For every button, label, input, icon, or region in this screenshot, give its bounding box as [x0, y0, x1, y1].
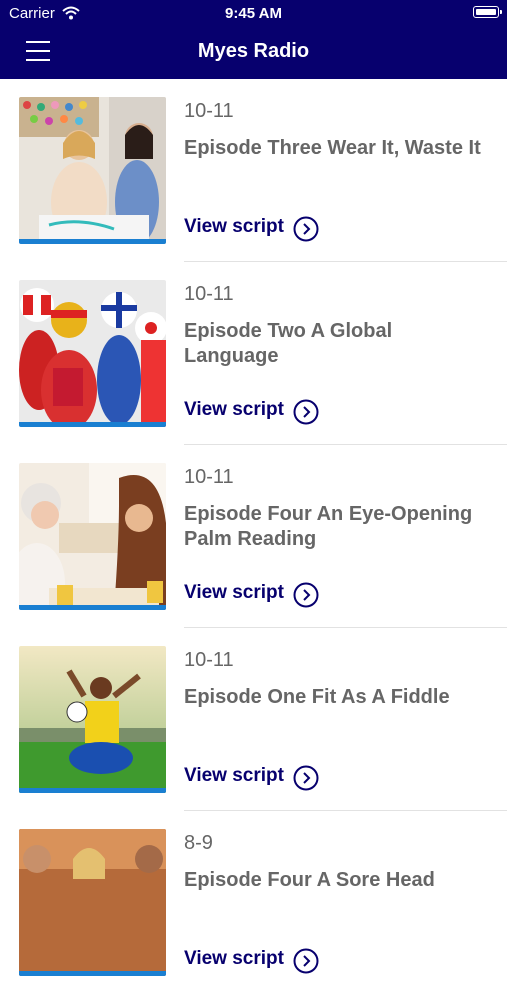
episode-date: 10-11: [184, 649, 234, 671]
navigation-bar: Carrier 9:45 AM Myes Radio: [0, 0, 507, 79]
list-item[interactable]: 10-11 Episode Two A Global Language View…: [0, 262, 507, 445]
chevron-right-circle-icon[interactable]: [293, 582, 319, 608]
episode-thumbnail[interactable]: [19, 463, 166, 610]
view-script-link[interactable]: View script: [184, 216, 284, 238]
view-script-link[interactable]: View script: [184, 765, 284, 787]
episode-title: Episode One Fit As A Fiddle: [184, 686, 450, 708]
list-item[interactable]: 10-11 Episode Four An Eye-Opening Palm R…: [0, 445, 507, 628]
status-time: 9:45 AM: [225, 5, 282, 22]
episode-list: 10-11 Episode Three Wear It, Waste It Vi…: [0, 79, 507, 994]
episode-date: 10-11: [184, 100, 234, 122]
view-script-link[interactable]: View script: [184, 948, 284, 970]
battery-icon: [473, 6, 502, 18]
view-script-link[interactable]: View script: [184, 582, 284, 604]
episode-thumbnail[interactable]: [19, 280, 166, 427]
episode-title: Episode Four A Sore Head: [184, 869, 435, 891]
episode-title: Episode Three Wear It, Waste It: [184, 137, 481, 159]
episode-title: Episode Two A Global Language: [184, 320, 393, 367]
view-script-link[interactable]: View script: [184, 399, 284, 421]
chevron-right-circle-icon[interactable]: [293, 948, 319, 974]
list-item[interactable]: 8-9 Episode Four A Sore Head View script: [0, 811, 507, 994]
chevron-right-circle-icon[interactable]: [293, 216, 319, 242]
episode-date: 8-9: [184, 832, 213, 854]
chevron-right-circle-icon[interactable]: [293, 765, 319, 791]
episode-date: 10-11: [184, 283, 234, 305]
episode-thumbnail[interactable]: [19, 829, 166, 976]
episode-title: Episode Four An Eye-Opening Palm Reading: [184, 503, 473, 550]
list-item[interactable]: 10-11 Episode One Fit As A Fiddle View s…: [0, 628, 507, 811]
page-title: Myes Radio: [197, 40, 310, 62]
episode-thumbnail[interactable]: [19, 646, 166, 793]
episode-thumbnail[interactable]: [19, 97, 166, 244]
chevron-right-circle-icon[interactable]: [293, 399, 319, 425]
list-item[interactable]: 10-11 Episode Three Wear It, Waste It Vi…: [0, 79, 507, 262]
episode-date: 10-11: [184, 466, 234, 488]
